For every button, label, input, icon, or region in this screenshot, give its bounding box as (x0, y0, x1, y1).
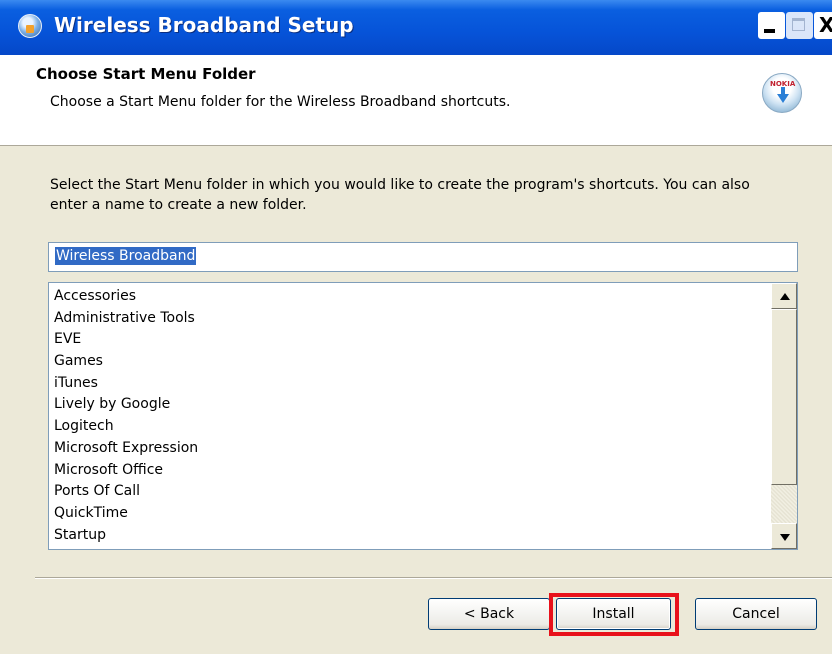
download-arrow-icon (777, 87, 789, 103)
scroll-thumb[interactable] (771, 309, 797, 485)
minimize-button[interactable] (758, 12, 785, 39)
close-icon: X (819, 13, 832, 37)
setup-app-icon (18, 14, 42, 38)
folder-list-item[interactable]: iTunes (54, 372, 769, 394)
scroll-up-arrow-icon[interactable] (771, 283, 797, 309)
window-title: Wireless Broadband Setup (54, 13, 354, 37)
cancel-button[interactable]: Cancel (695, 598, 817, 630)
folder-list-item[interactable]: Accessories (54, 285, 769, 307)
page-title: Choose Start Menu Folder (36, 65, 256, 83)
folder-list-item[interactable]: Startup (54, 524, 769, 546)
folder-list-item[interactable]: Administrative Tools (54, 307, 769, 329)
folder-list-items: Accessories Administrative Tools EVE Games i… (54, 285, 769, 545)
folder-list-item[interactable]: Microsoft Expression (54, 437, 769, 459)
folder-list-item[interactable]: Logitech (54, 415, 769, 437)
folder-list-item[interactable]: Lively by Google (54, 393, 769, 415)
maximize-button[interactable] (786, 12, 813, 39)
footer-separator (35, 577, 832, 579)
back-button[interactable]: < Back (428, 598, 550, 630)
instruction-text: Select the Start Menu folder in which yo… (50, 177, 750, 213)
folder-input-value: Wireless Broadband (55, 247, 197, 265)
page-subtitle: Choose a Start Menu folder for the Wirel… (50, 94, 511, 110)
start-menu-folder-list[interactable]: Accessories Administrative Tools EVE Games i… (48, 282, 798, 550)
folder-list-item[interactable]: Games (54, 350, 769, 372)
wizard-header: Choose Start Menu Folder Choose a Start … (0, 55, 832, 146)
install-highlight-box (549, 593, 679, 636)
title-bar[interactable]: Wireless Broadband Setup X (0, 0, 832, 55)
setup-window: Wireless Broadband Setup X Choose Start … (0, 0, 832, 654)
scroll-down-arrow-icon[interactable] (771, 523, 797, 549)
folder-list-item[interactable]: Ports Of Call (54, 480, 769, 502)
folder-list-item[interactable]: Microsoft Office (54, 459, 769, 481)
nokia-download-icon: NOKIA (762, 73, 802, 113)
start-menu-folder-input[interactable]: Wireless Broadband (48, 242, 798, 272)
list-scrollbar[interactable] (771, 283, 797, 549)
close-button[interactable]: X (814, 12, 832, 39)
folder-list-item[interactable]: QuickTime (54, 502, 769, 524)
folder-list-item[interactable]: EVE (54, 328, 769, 350)
